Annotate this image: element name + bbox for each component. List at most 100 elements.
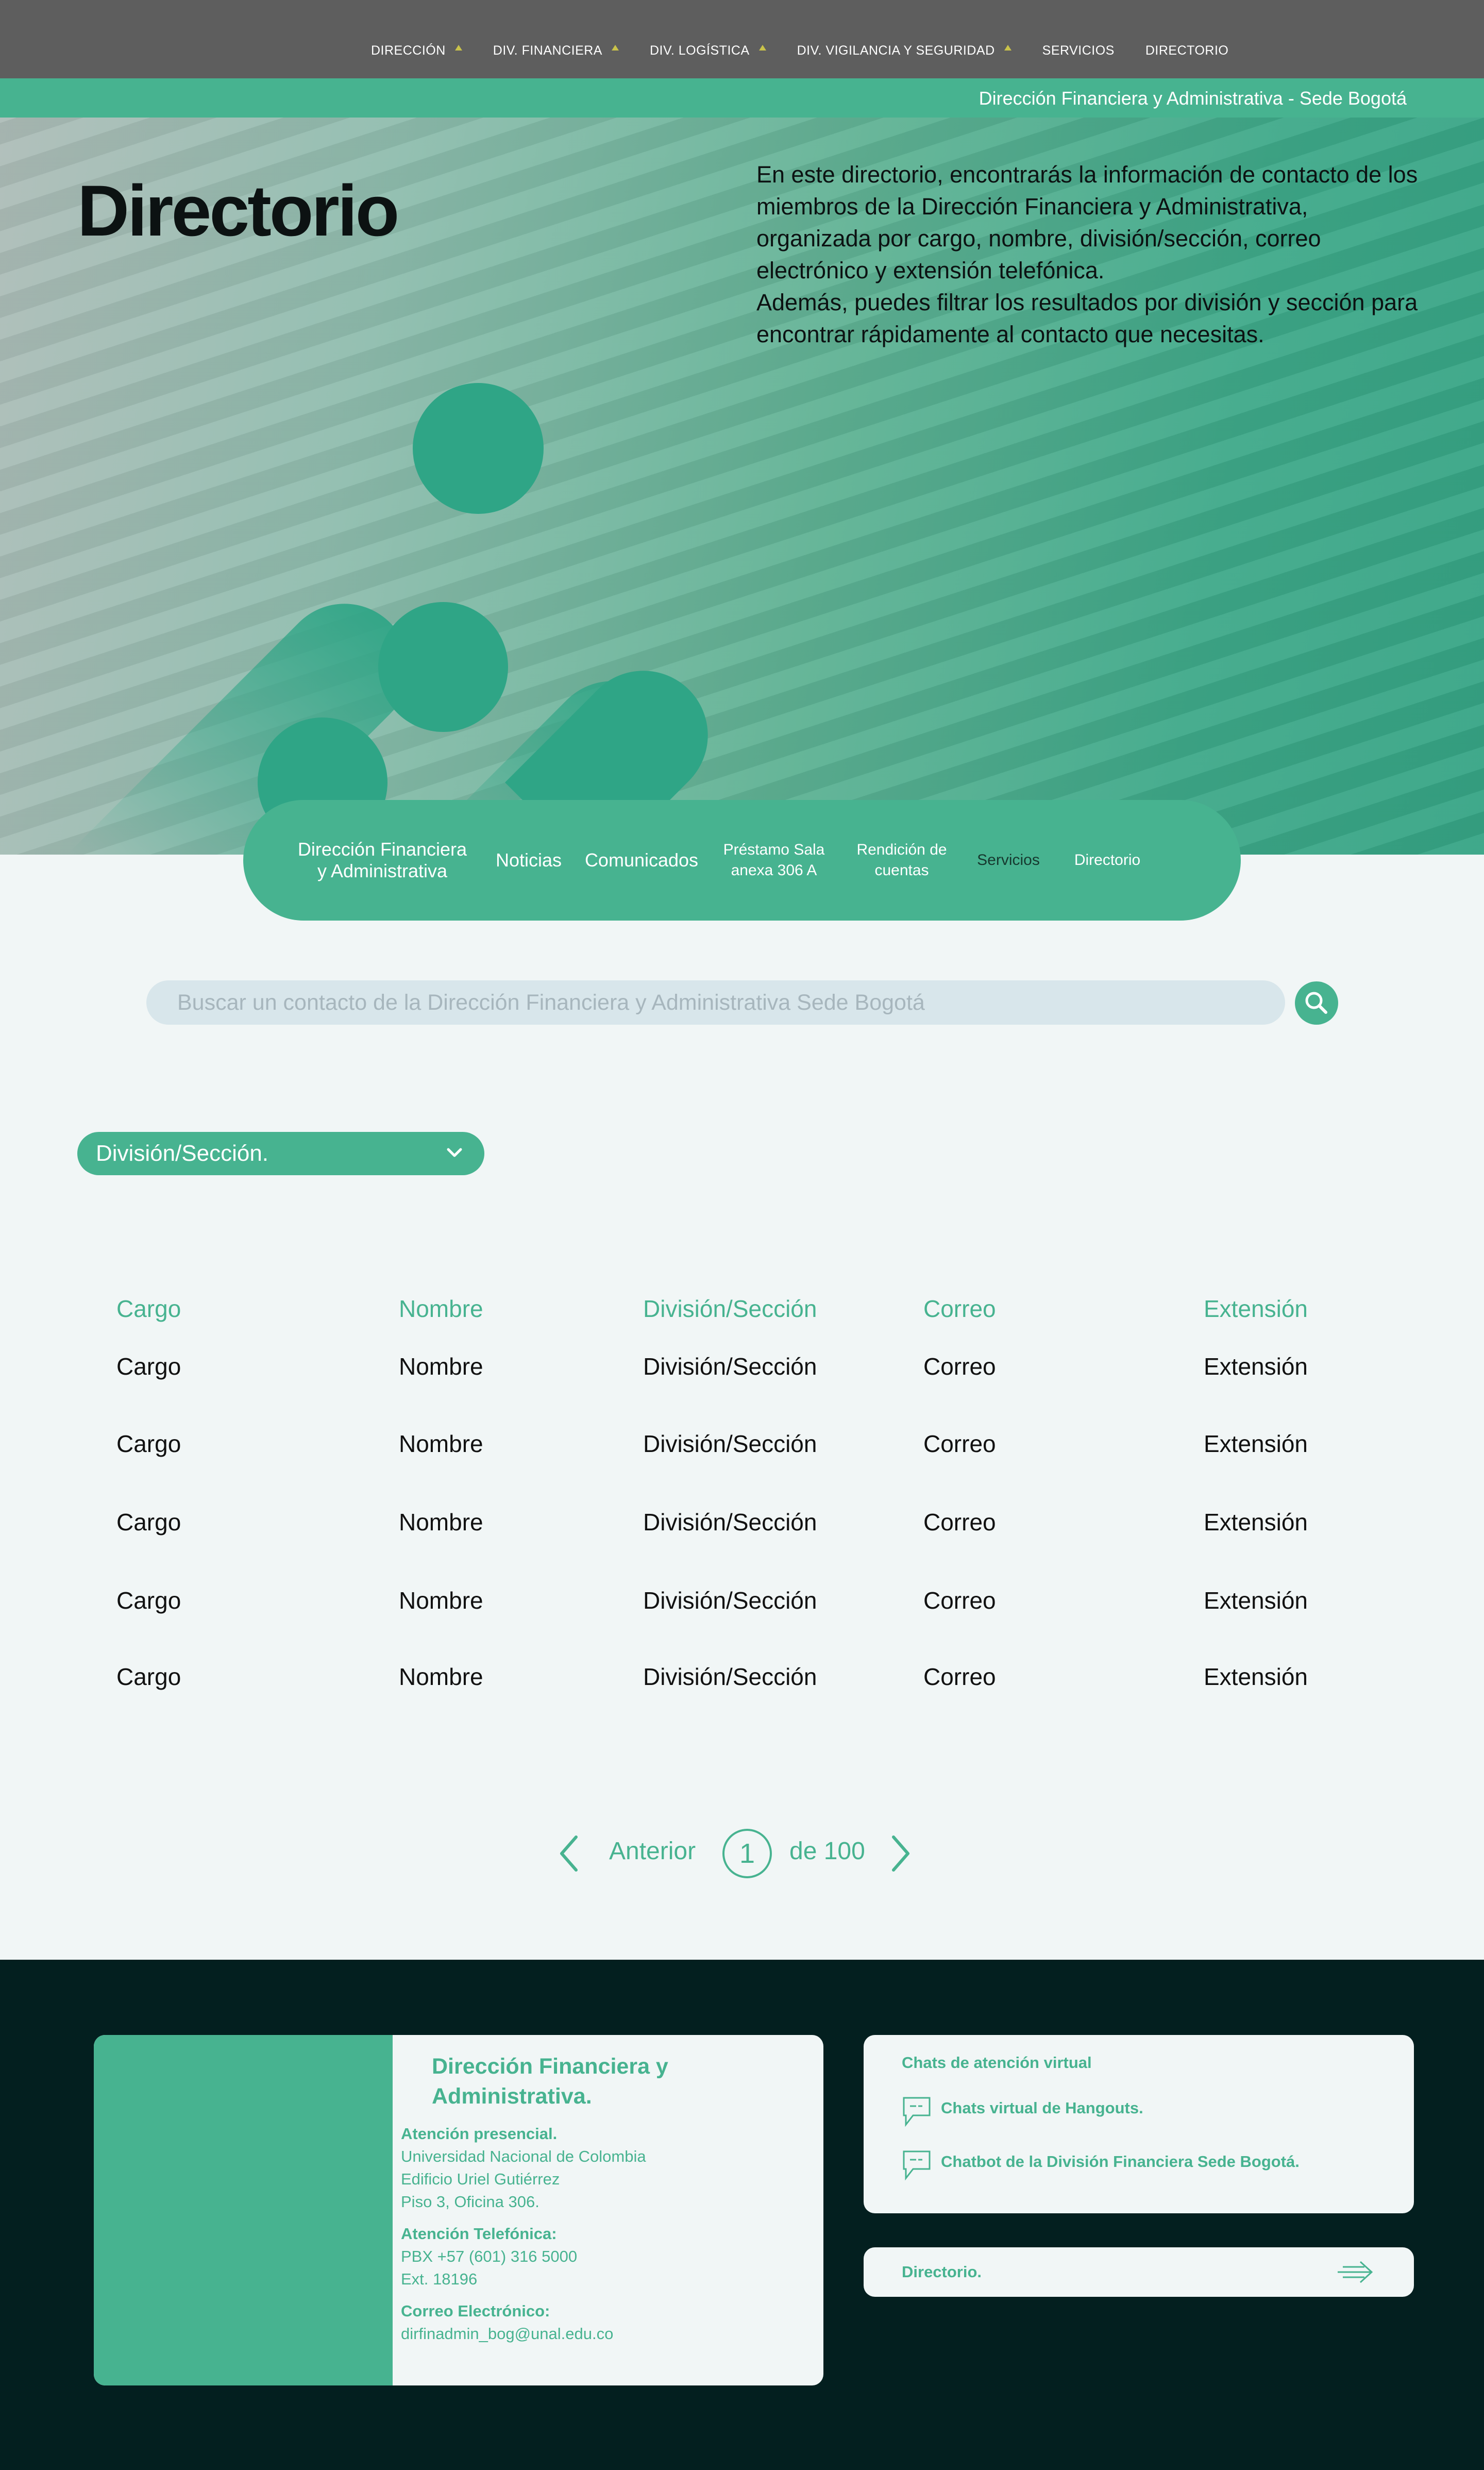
site-title[interactable]: Dirección Financiera y Administrativa - … bbox=[979, 88, 1407, 109]
nav-item-label: DIRECCIÓN bbox=[371, 43, 446, 58]
chevron-left-icon[interactable] bbox=[556, 1833, 582, 1874]
table-cell: Cargo bbox=[116, 1353, 181, 1380]
site-subbar: Dirección Financiera y Administrativa - … bbox=[0, 78, 1484, 118]
table-cell: División/Sección bbox=[643, 1587, 817, 1614]
table-cell: Correo bbox=[923, 1353, 996, 1380]
caret-up-icon bbox=[611, 45, 619, 51]
tab-direccion-financiera[interactable]: Dirección Financiera y Administrativa bbox=[295, 839, 470, 882]
table-cell: Cargo bbox=[116, 1509, 181, 1536]
table-cell: Correo bbox=[923, 1587, 996, 1614]
current-page-number: 1 bbox=[722, 1829, 772, 1878]
chat-link-hangouts[interactable]: Chats virtual de Hangouts. bbox=[941, 2099, 1143, 2117]
chat-link-chatbot[interactable]: Chatbot de la División Financiera Sede B… bbox=[941, 2152, 1300, 2171]
decor-circle-top bbox=[413, 383, 544, 514]
nav-item-3[interactable]: DIV. VIGILANCIA Y SEGURIDAD bbox=[797, 43, 1011, 58]
page-title: Directorio bbox=[77, 170, 399, 251]
tab-directorio[interactable]: Directorio bbox=[1069, 850, 1146, 871]
division-filter-dropdown[interactable]: División/Sección. bbox=[77, 1132, 484, 1175]
correo-label: Correo Electrónico: bbox=[401, 2302, 550, 2320]
top-navigation: DIRECCIÓN DIV. FINANCIERA DIV. LOGÍSTICA DI… bbox=[0, 0, 1484, 78]
search-button[interactable] bbox=[1295, 981, 1338, 1025]
table-cell: División/Sección bbox=[643, 1430, 817, 1457]
presencial-line-2: Edificio Uriel Gutiérrez bbox=[401, 2170, 560, 2188]
search-bar bbox=[146, 980, 1285, 1025]
caret-up-icon bbox=[758, 45, 766, 51]
filter-label: División/Sección. bbox=[96, 1141, 269, 1166]
table-cell: Extensión bbox=[1204, 1353, 1308, 1380]
table-header-cell: Cargo bbox=[116, 1295, 181, 1322]
directorio-link-label: Directorio. bbox=[902, 2263, 982, 2281]
virtual-chats-card: Chats de atención virtual Chats virtual … bbox=[864, 2035, 1414, 2213]
table-cell: Nombre bbox=[399, 1353, 483, 1380]
table-cell: Cargo bbox=[116, 1587, 181, 1614]
directorio-link-card[interactable]: Directorio. bbox=[864, 2247, 1414, 2297]
nav-item-2[interactable]: DIV. LOGÍSTICA bbox=[650, 43, 766, 58]
telefono-label: Atención Telefónica: bbox=[401, 2225, 557, 2243]
table-cell: Nombre bbox=[399, 1663, 483, 1690]
table-cell: Extensión bbox=[1204, 1430, 1308, 1457]
chevron-down-icon bbox=[447, 1148, 462, 1157]
presencial-info: Atención presencial. Universidad Naciona… bbox=[401, 2123, 646, 2213]
table-cell: Cargo bbox=[116, 1430, 181, 1457]
section-tab-bar: Dirección Financiera y Administrativa No… bbox=[243, 800, 1241, 921]
presencial-line-1: Universidad Nacional de Colombia bbox=[401, 2147, 646, 2165]
table-cell: Correo bbox=[923, 1430, 996, 1457]
telefono-info: Atención Telefónica: PBX +57 (601) 316 5… bbox=[401, 2223, 577, 2291]
contact-card-title: Dirección Financiera y Administrativa. bbox=[432, 2054, 668, 2109]
caret-up-icon bbox=[454, 45, 462, 51]
decor-circle-middle bbox=[378, 602, 508, 732]
table-cell: Cargo bbox=[116, 1663, 181, 1690]
previous-page-button[interactable]: Anterior bbox=[609, 1837, 696, 1865]
nav-item-label: DIRECTORIO bbox=[1145, 43, 1229, 58]
table-cell: Nombre bbox=[399, 1587, 483, 1614]
nav-item-label: SERVICIOS bbox=[1042, 43, 1115, 58]
hero-description-p2: Además, puedes filtrar los resultados po… bbox=[756, 289, 1418, 347]
table-cell: Correo bbox=[923, 1509, 996, 1536]
table-cell: Extensión bbox=[1204, 1587, 1308, 1614]
main-menu: DIRECCIÓN DIV. FINANCIERA DIV. LOGÍSTICA DI… bbox=[371, 43, 1259, 58]
nav-item-1[interactable]: DIV. FINANCIERA bbox=[493, 43, 619, 58]
table-header-cell: División/Sección bbox=[643, 1295, 817, 1322]
tab-noticias[interactable]: Noticias bbox=[487, 849, 570, 871]
correo-info: Correo Electrónico: dirfinadmin_bog@unal… bbox=[401, 2300, 613, 2345]
chevron-right-icon[interactable] bbox=[887, 1833, 913, 1874]
table-cell: Nombre bbox=[399, 1430, 483, 1457]
tab-servicios[interactable]: Servicios bbox=[970, 850, 1047, 871]
nav-item-label: DIV. VIGILANCIA Y SEGURIDAD bbox=[797, 43, 995, 58]
nav-item-0[interactable]: DIRECCIÓN bbox=[371, 43, 462, 58]
tab-prestamo-sala[interactable]: Préstamo Sala anexa 306 A bbox=[722, 840, 825, 881]
caret-up-icon bbox=[1004, 45, 1011, 51]
tab-comunicados[interactable]: Comunicados bbox=[582, 849, 701, 871]
table-cell: División/Sección bbox=[643, 1509, 817, 1536]
search-input[interactable] bbox=[177, 980, 1259, 1025]
hero-banner: Directorio En este directorio, encontrar… bbox=[0, 118, 1484, 855]
hero-description: En este directorio, encontrarás la infor… bbox=[756, 159, 1426, 351]
chatbot-bubble-icon bbox=[903, 2150, 931, 2181]
nav-item-5[interactable]: DIRECTORIO bbox=[1145, 43, 1229, 58]
table-cell: Extensión bbox=[1204, 1663, 1308, 1690]
chats-title: Chats de atención virtual bbox=[902, 2054, 1092, 2072]
arrow-right-icon bbox=[1338, 2261, 1373, 2283]
hero-description-p1: En este directorio, encontrarás la infor… bbox=[756, 161, 1418, 283]
nav-item-label: DIV. LOGÍSTICA bbox=[649, 43, 750, 58]
nav-item-4[interactable]: SERVICIOS bbox=[1042, 43, 1115, 58]
table-cell: Extensión bbox=[1204, 1509, 1308, 1536]
presencial-line-3: Piso 3, Oficina 306. bbox=[401, 2193, 539, 2211]
table-header-cell: Extensión bbox=[1204, 1295, 1308, 1322]
phone-icon bbox=[346, 2225, 378, 2263]
presencial-label: Atención presencial. bbox=[401, 2125, 558, 2143]
table-cell: Correo bbox=[923, 1663, 996, 1690]
search-icon bbox=[1305, 992, 1327, 1014]
page-total: de 100 bbox=[789, 1838, 865, 1865]
table-cell: División/Sección bbox=[643, 1353, 817, 1380]
table-cell: Nombre bbox=[399, 1509, 483, 1536]
telefono-line-2: Ext. 18196 bbox=[401, 2270, 478, 2288]
telefono-line-1: PBX +57 (601) 316 5000 bbox=[401, 2247, 578, 2265]
mail-icon bbox=[342, 2309, 379, 2334]
nav-item-label: DIV. FINANCIERA bbox=[493, 43, 602, 58]
correo-value[interactable]: dirfinadmin_bog@unal.edu.co bbox=[401, 2325, 613, 2343]
tab-rendicion-cuentas[interactable]: Rendición de cuentas bbox=[855, 840, 948, 881]
table-header-cell: Correo bbox=[923, 1295, 996, 1322]
location-pin-icon bbox=[346, 2125, 365, 2164]
table-cell: División/Sección bbox=[643, 1663, 817, 1690]
